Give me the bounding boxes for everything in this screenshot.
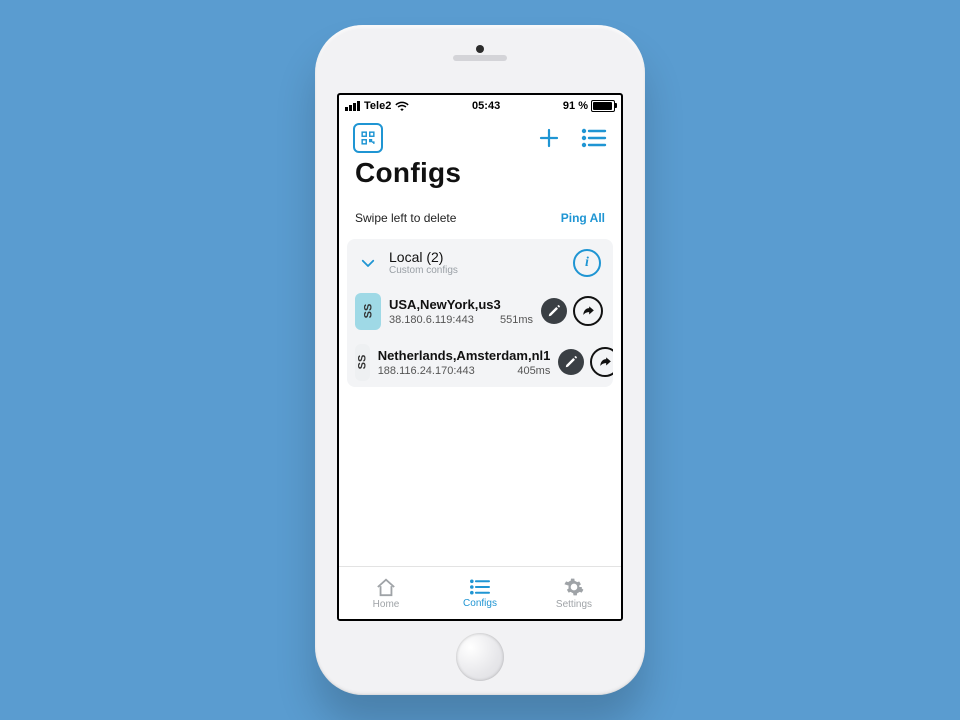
status-left: Tele2 — [345, 100, 409, 112]
config-row[interactable]: SS USA,NewYork,us3 38.180.6.119:443 551m… — [347, 287, 613, 336]
proto-badge: SS — [355, 293, 381, 330]
wifi-icon — [395, 101, 409, 111]
share-icon — [581, 304, 595, 318]
nav-row — [339, 115, 621, 155]
add-button[interactable] — [537, 126, 561, 150]
config-address: 38.180.6.119:443 — [389, 314, 474, 326]
pencil-icon — [564, 355, 578, 369]
tab-label: Home — [373, 599, 400, 610]
config-name: USA,NewYork,us3 — [389, 297, 533, 312]
signal-icon — [345, 101, 360, 111]
battery-icon — [591, 100, 615, 112]
hint-row: Swipe left to delete Ping All — [339, 199, 621, 239]
group-name: Local (2) — [389, 249, 458, 265]
chevron-down-icon — [359, 254, 377, 272]
carrier-label: Tele2 — [364, 100, 391, 112]
config-address: 188.116.24.170:443 — [378, 365, 475, 377]
config-body: USA,NewYork,us3 38.180.6.119:443 551ms — [387, 293, 535, 330]
share-button[interactable] — [590, 347, 613, 377]
config-ping: 405ms — [517, 365, 550, 377]
battery-percent: 91 % — [563, 100, 588, 112]
phone-speaker — [453, 55, 507, 61]
swipe-hint: Swipe left to delete — [355, 211, 456, 225]
list-button[interactable] — [581, 127, 607, 149]
config-ping: 551ms — [500, 314, 533, 326]
qr-icon — [361, 131, 375, 145]
stage: Tele2 05:43 91 % Conf — [0, 0, 960, 720]
home-icon — [375, 577, 397, 597]
row-actions — [558, 344, 613, 381]
list-icon — [469, 578, 491, 596]
tab-label: Settings — [556, 599, 592, 610]
app-screen: Tele2 05:43 91 % Conf — [337, 93, 623, 621]
pencil-icon — [547, 304, 561, 318]
phone-camera — [476, 45, 484, 53]
group-info-button[interactable]: i — [573, 249, 601, 277]
clock: 05:43 — [472, 100, 500, 112]
share-button[interactable] — [573, 296, 603, 326]
edit-button[interactable] — [558, 349, 584, 375]
config-row[interactable]: SS Netherlands,Amsterdam,nl1 188.116.24.… — [347, 338, 613, 387]
page-title: Configs — [339, 155, 621, 199]
config-group: Local (2) Custom configs i SS USA,NewYor… — [347, 239, 613, 387]
status-right: 91 % — [563, 100, 615, 112]
tab-configs[interactable]: Configs — [433, 567, 527, 619]
config-body: Netherlands,Amsterdam,nl1 188.116.24.170… — [376, 344, 553, 381]
status-bar: Tele2 05:43 91 % — [339, 95, 621, 115]
edit-button[interactable] — [541, 298, 567, 324]
config-name: Netherlands,Amsterdam,nl1 — [378, 348, 551, 363]
group-subtitle: Custom configs — [389, 265, 458, 277]
proto-badge: SS — [355, 344, 370, 381]
phone-frame: Tele2 05:43 91 % Conf — [315, 25, 645, 695]
tab-bar: Home Configs Settings — [339, 566, 621, 619]
ping-all-button[interactable]: Ping All — [561, 211, 605, 225]
tab-settings[interactable]: Settings — [527, 567, 621, 619]
phone-home-button[interactable] — [456, 633, 504, 681]
gear-icon — [564, 577, 584, 597]
group-header[interactable]: Local (2) Custom configs i — [347, 239, 613, 287]
tab-label: Configs — [463, 598, 497, 609]
tab-home[interactable]: Home — [339, 567, 433, 619]
row-actions — [541, 293, 605, 330]
share-icon — [598, 355, 612, 369]
scan-qr-button[interactable] — [353, 123, 383, 153]
